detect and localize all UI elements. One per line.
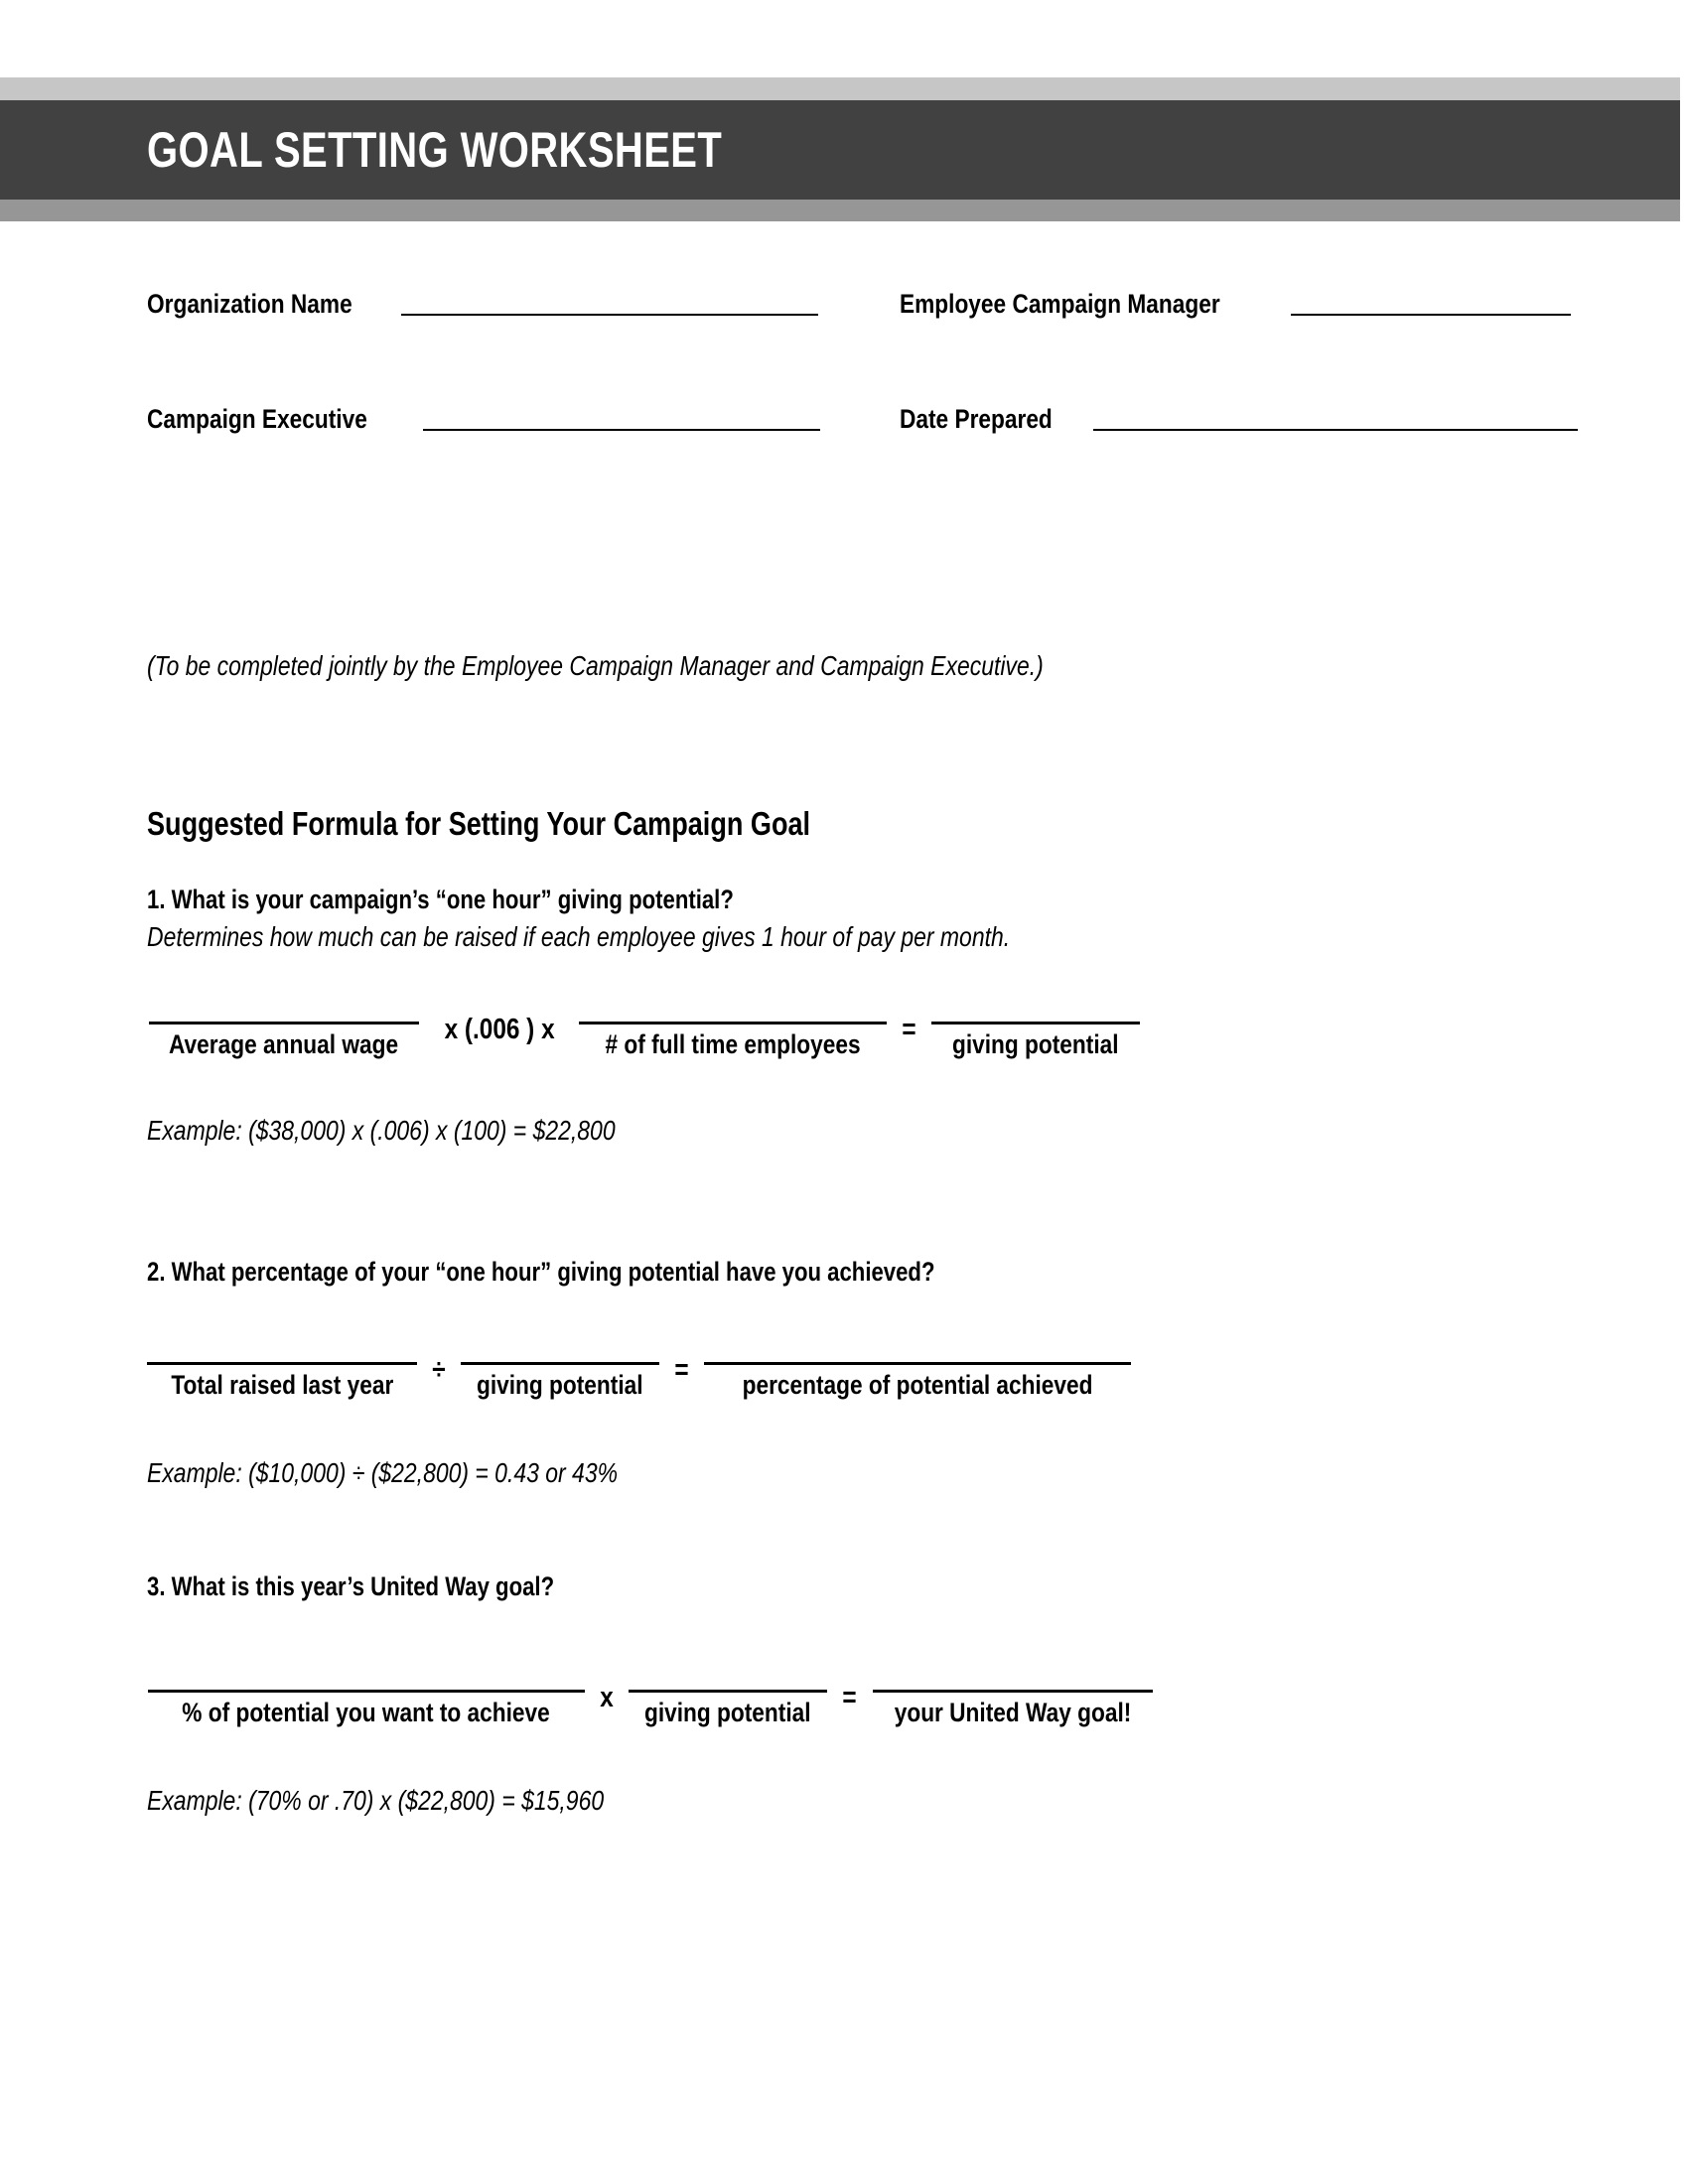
jointly-completed-note: (To be completed jointly by the Employee… [147,650,1240,682]
date-prepared-label: Date Prepared [900,404,1053,434]
page-title: GOAL SETTING WORKSHEET [147,122,723,178]
formula-1-input-a[interactable] [148,1021,419,1025]
formula-2-caption-a: Total raised last year [171,1370,393,1401]
organization-name-field[interactable]: Organization Name [147,289,819,320]
formula-2-slot-percentage-achieved[interactable]: percentage of potential achieved [703,1361,1131,1401]
section-heading-text: Suggested Formula for Setting Your Campa… [147,805,811,842]
formula-2-caption-b: giving potential [477,1370,643,1401]
question-2-title: 2. What percentage of your “one hour” gi… [147,1257,935,1287]
date-prepared-field[interactable]: Date Prepared [900,404,1579,435]
header-title-bar: GOAL SETTING WORKSHEET [0,100,1680,200]
formula-3-operator-1: x [600,1682,614,1713]
formula-2-slot-total-raised-last-year[interactable]: Total raised last year [147,1361,417,1401]
formula-1-slot-giving-potential[interactable]: giving potential [931,1021,1141,1060]
campaign-executive-field[interactable]: Campaign Executive [147,404,821,435]
example-1: Example: ($38,000) x (.006) x (100) = $2… [147,1115,718,1147]
date-prepared-input[interactable] [1093,428,1579,431]
campaign-executive-input[interactable] [423,428,821,431]
question-2: 2. What percentage of your “one hour” gi… [147,1257,1108,1288]
formula-3-slot-united-way-goal[interactable]: your United Way goal! [872,1689,1154,1728]
example-3-text: Example: (70% or .70) x ($22,800) = $15,… [147,1785,605,1816]
formula-3: % of potential you want to achieve x giv… [147,1684,1154,1728]
formula-1-operator-2: = [902,1014,916,1045]
question-3-title: 3. What is this year’s United Way goal? [147,1571,555,1601]
question-1: 1. What is your campaign’s “one hour” gi… [147,885,1199,953]
organization-name-label: Organization Name [147,289,352,319]
employee-campaign-manager-input[interactable] [1291,313,1572,316]
formula-2-slot-giving-potential[interactable]: giving potential [460,1361,659,1401]
form-row-2: Campaign Executive Date Prepared [147,404,1589,450]
question-1-subtitle: Determines how much can be raised if eac… [147,921,1011,952]
example-2: Example: ($10,000) ÷ ($22,800) = 0.43 or… [147,1457,721,1489]
formula-1-input-c[interactable] [931,1021,1141,1025]
formula-1-input-b[interactable] [579,1021,888,1025]
formula-2-operator-2: = [674,1354,689,1386]
employee-campaign-manager-label: Employee Campaign Manager [900,289,1220,319]
page-header-banner: GOAL SETTING WORKSHEET [0,77,1680,221]
organization-name-input[interactable] [401,313,819,316]
example-3: Example: (70% or .70) x ($22,800) = $15,… [147,1785,704,1817]
header-top-rule [0,77,1680,100]
formula-3-input-b[interactable] [629,1689,828,1694]
jointly-completed-note-text: (To be completed jointly by the Employee… [147,650,1044,681]
formula-3-caption-b: giving potential [644,1698,811,1728]
formula-1-slot-full-time-employees[interactable]: # of full time employees [579,1021,888,1060]
formula-2-input-a[interactable] [147,1361,417,1366]
formula-3-operator-2: = [842,1682,857,1713]
formula-1-caption-a: Average annual wage [169,1029,399,1060]
formula-1-operator-1: x (.006 ) x [444,1014,555,1045]
formula-2: Total raised last year ÷ giving potentia… [147,1356,1131,1401]
employee-campaign-manager-field[interactable]: Employee Campaign Manager [900,289,1572,320]
example-2-text: Example: ($10,000) ÷ ($22,800) = 0.43 or… [147,1457,618,1488]
formula-2-input-c[interactable] [703,1361,1131,1366]
formula-2-caption-c: percentage of potential achieved [742,1370,1093,1401]
form-fields-section: Organization Name Employee Campaign Mana… [0,221,1688,434]
section-heading: Suggested Formula for Setting Your Campa… [147,805,956,843]
formula-3-slot-giving-potential[interactable]: giving potential [629,1689,828,1728]
formula-2-operator-1: ÷ [432,1354,446,1386]
formula-1-caption-b: # of full time employees [605,1029,861,1060]
header-bottom-rule [0,200,1680,221]
form-row-1: Organization Name Employee Campaign Mana… [147,289,1589,335]
formula-3-slot-percent-of-potential[interactable]: % of potential you want to achieve [147,1689,585,1728]
formula-3-caption-a: % of potential you want to achieve [182,1698,550,1728]
example-1-text: Example: ($38,000) x (.006) x (100) = $2… [147,1115,616,1146]
formula-3-caption-c: your United Way goal! [894,1698,1132,1728]
formula-2-input-b[interactable] [460,1361,659,1366]
question-1-title: 1. What is your campaign’s “one hour” gi… [147,885,734,914]
formula-3-input-c[interactable] [873,1689,1154,1694]
campaign-executive-label: Campaign Executive [147,404,367,434]
formula-3-input-a[interactable] [147,1689,585,1694]
formula-1-slot-average-annual-wage[interactable]: Average annual wage [147,1021,420,1060]
formula-1-caption-c: giving potential [952,1029,1120,1060]
question-3: 3. What is this year’s United Way goal? [147,1571,643,1602]
document-body: Organization Name Employee Campaign Mana… [0,221,1688,1816]
formula-1: Average annual wage x (.006 ) x # of ful… [147,1014,1141,1060]
